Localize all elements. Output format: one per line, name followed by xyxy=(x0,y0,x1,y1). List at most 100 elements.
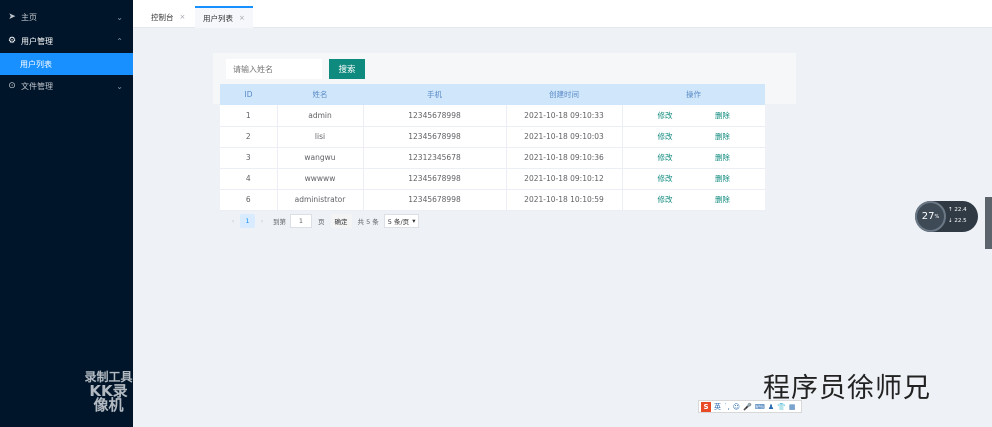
chevron-down-icon: ⌄ xyxy=(116,81,123,91)
close-icon[interactable]: × xyxy=(239,14,245,22)
cell-id: 3 xyxy=(220,147,277,169)
sidebar-item-label: 主页 xyxy=(21,12,37,22)
delete-link[interactable]: 删除 xyxy=(715,153,730,162)
edit-link[interactable]: 修改 xyxy=(658,132,673,141)
cell-created: 2021-10-18 09:10:03 xyxy=(505,126,622,148)
chevron-down-icon: ⌄ xyxy=(116,12,123,22)
cell-phone: 12345678998 xyxy=(362,126,506,148)
goto-page-input[interactable]: 1 xyxy=(290,214,312,228)
sidebar-item-user-management[interactable]: ⚙ 用户管理 ⌃ xyxy=(0,30,133,52)
user-group-icon: ⚙ xyxy=(7,36,17,46)
sidebar-item-file-management[interactable]: ⊙ 文件管理 ⌄ xyxy=(0,75,133,97)
table-row: 2 lisi 12345678998 2021-10-18 09:10:03 修… xyxy=(220,126,765,148)
next-page-icon[interactable]: › xyxy=(255,217,269,225)
sidebar-item-user-list[interactable]: 用户列表 xyxy=(0,53,133,75)
download-speed: ↓ 22.5 xyxy=(948,218,967,224)
keyboard-icon[interactable]: ⌨ xyxy=(755,403,765,411)
cell-phone: 12345678998 xyxy=(362,168,506,190)
scrollbar[interactable] xyxy=(985,197,992,249)
cell-name: administrator xyxy=(276,189,363,211)
cell-phone: 12345678998 xyxy=(362,105,506,127)
sogou-logo-icon: S xyxy=(701,401,711,412)
user-table: ID 姓名 手机 创建时间 操作 1 admin 12345678998 202… xyxy=(220,84,765,211)
table-row: 4 wwwww 12345678998 2021-10-18 09:10:12 … xyxy=(220,168,765,190)
cell-name: lisi xyxy=(276,126,363,148)
page-number-current[interactable]: 1 xyxy=(240,214,255,228)
sidebar-item-label: 文件管理 xyxy=(21,81,53,91)
watermark-line2: KK录像机 xyxy=(89,382,128,414)
goto-label: 到第 xyxy=(273,218,286,226)
cell-created: 2021-10-18 09:10:36 xyxy=(505,147,622,169)
search-button[interactable]: 搜索 xyxy=(329,59,365,79)
send-icon: ➤ xyxy=(8,12,16,22)
edit-link[interactable]: 修改 xyxy=(658,153,673,162)
table-row: 6 administrator 12345678998 2021-10-18 1… xyxy=(220,189,765,211)
sidebar: ➤ 主页 ⌄ ⚙ 用户管理 ⌃ 用户列表 ⊙ 文件管理 ⌄ 录制工具 KK录像机 xyxy=(0,0,133,427)
cell-created: 2021-10-18 10:10:59 xyxy=(505,189,622,211)
tab-user-list[interactable]: 用户列表 × xyxy=(195,6,253,28)
delete-link[interactable]: 删除 xyxy=(715,111,730,120)
cell-created: 2021-10-18 09:10:12 xyxy=(505,168,622,190)
shirt-icon[interactable]: 👕 xyxy=(777,403,786,411)
cell-id: 6 xyxy=(220,189,277,211)
cell-name: wwwww xyxy=(276,168,363,190)
cell-phone: 12345678998 xyxy=(362,189,506,211)
column-header-id: ID xyxy=(220,84,277,105)
emoji-icon[interactable]: ☺ xyxy=(733,403,740,411)
cell-created: 2021-10-18 09:10:33 xyxy=(505,105,622,127)
table-row: 1 admin 12345678998 2021-10-18 09:10:33 … xyxy=(220,105,765,127)
folder-icon: ⊙ xyxy=(8,81,16,91)
edit-link[interactable]: 修改 xyxy=(658,174,673,183)
cell-id: 2 xyxy=(220,126,277,148)
cell-actions: 修改 删除 xyxy=(621,105,765,127)
cell-actions: 修改 删除 xyxy=(621,147,765,169)
tab-console[interactable]: 控制台 × xyxy=(143,6,193,28)
table-row: 3 wangwu 12312345678 2021-10-18 09:10:36… xyxy=(220,147,765,169)
chevron-up-icon: ⌃ xyxy=(116,36,123,46)
sidebar-item-label: 用户列表 xyxy=(20,59,52,69)
tab-label: 控制台 xyxy=(151,12,174,22)
page-unit-label: 页 xyxy=(318,218,325,226)
delete-link[interactable]: 删除 xyxy=(715,174,730,183)
column-header-actions: 操作 xyxy=(622,84,765,105)
delete-link[interactable]: 删除 xyxy=(715,195,730,204)
user-icon[interactable]: ♟ xyxy=(768,403,774,411)
cell-name: admin xyxy=(276,105,363,127)
pagination: ‹ 1 › 到第 1 页 确定 共 5 条 5 条/页 ▾ xyxy=(226,213,420,229)
cell-id: 4 xyxy=(220,168,277,190)
upload-speed-value: 22.4 xyxy=(954,207,967,213)
table-header-row: ID 姓名 手机 创建时间 操作 xyxy=(220,84,765,105)
ime-mode[interactable]: 英 xyxy=(714,402,721,412)
column-header-created: 创建时间 xyxy=(506,84,622,105)
edit-link[interactable]: 修改 xyxy=(658,195,673,204)
cell-id: 1 xyxy=(220,105,277,127)
recorder-watermark: 录制工具 KK录像机 xyxy=(84,370,133,414)
speed-percent-unit: % xyxy=(934,213,940,220)
chevron-down-icon: ▾ xyxy=(412,217,416,225)
page-size-select[interactable]: 5 条/页 ▾ xyxy=(383,214,420,228)
punctuation-icon[interactable]: ˙, xyxy=(724,403,730,411)
cell-actions: 修改 删除 xyxy=(621,126,765,148)
upload-speed: ↑ 22.4 xyxy=(948,207,967,213)
column-header-name: 姓名 xyxy=(277,84,363,105)
speed-percent: 27 xyxy=(921,211,935,222)
ime-toolbar[interactable]: S 英 ˙, ☺ 🎤 ⌨ ♟ 👕 ▦ xyxy=(698,400,802,413)
search-input[interactable] xyxy=(226,59,322,79)
grid-icon[interactable]: ▦ xyxy=(789,403,796,411)
delete-link[interactable]: 删除 xyxy=(715,132,730,141)
tab-bar: 控制台 × 用户列表 × xyxy=(133,0,992,28)
page-size-value: 5 条/页 xyxy=(387,218,410,226)
tab-label: 用户列表 xyxy=(203,13,233,23)
close-icon[interactable]: × xyxy=(180,13,186,21)
cell-phone: 12312345678 xyxy=(362,147,506,169)
edit-link[interactable]: 修改 xyxy=(658,111,673,120)
column-header-phone: 手机 xyxy=(363,84,506,105)
cell-name: wangwu xyxy=(276,147,363,169)
sidebar-item-label: 用户管理 xyxy=(21,36,53,46)
download-speed-value: 22.5 xyxy=(954,218,967,224)
prev-page-icon[interactable]: ‹ xyxy=(226,217,240,225)
microphone-icon[interactable]: 🎤 xyxy=(743,403,752,411)
goto-confirm-button[interactable]: 确定 xyxy=(330,214,352,228)
sidebar-item-home[interactable]: ➤ 主页 ⌄ xyxy=(0,6,133,28)
cell-actions: 修改 删除 xyxy=(621,168,765,190)
